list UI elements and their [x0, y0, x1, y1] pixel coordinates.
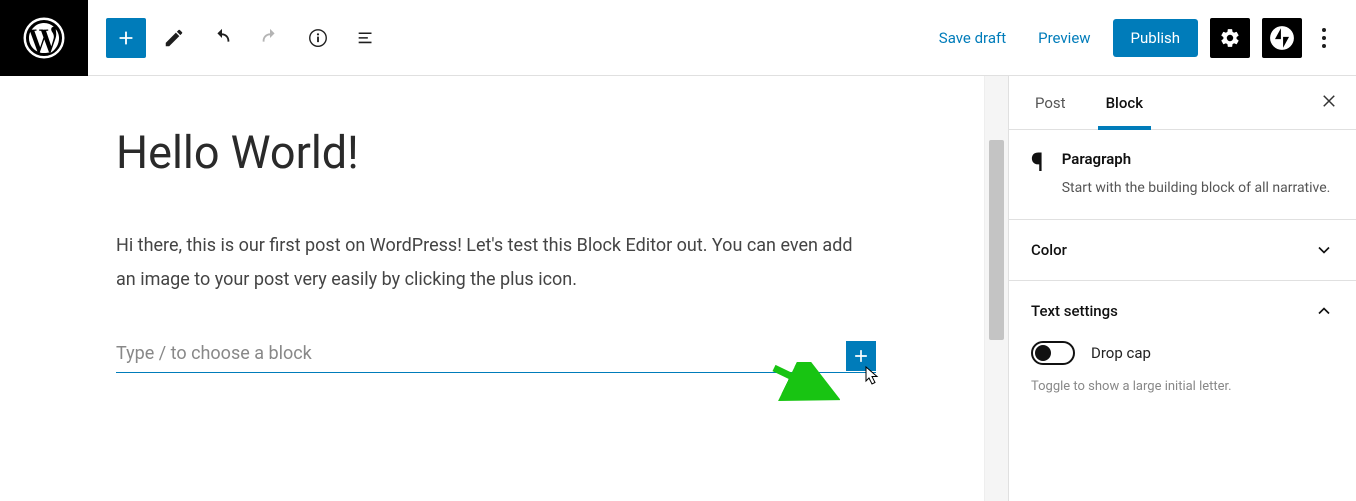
pencil-icon	[163, 27, 185, 49]
cursor-pointer-icon	[864, 365, 882, 391]
tab-post[interactable]: Post	[1027, 76, 1074, 130]
editor-scrollbar[interactable]	[984, 76, 1008, 501]
undo-icon	[211, 27, 233, 49]
block-appender[interactable]: Type / to choose a block	[116, 343, 876, 373]
close-sidebar-button[interactable]	[1320, 92, 1338, 114]
dot-icon	[1322, 44, 1326, 48]
settings-sidebar: Post Block ¶ Paragraph Start with the bu…	[1008, 76, 1356, 501]
wordpress-icon	[23, 17, 65, 59]
plus-icon	[115, 27, 137, 49]
toolbar-left	[106, 18, 386, 58]
color-panel-title: Color	[1031, 241, 1067, 259]
redo-button[interactable]	[250, 18, 290, 58]
drop-cap-hint: Toggle to show a large initial letter.	[1031, 379, 1334, 394]
text-settings-title: Text settings	[1031, 302, 1118, 320]
block-type-name: Paragraph	[1062, 150, 1331, 168]
editor-main: Hello World! Hi there, this is our first…	[0, 76, 1356, 501]
list-icon	[355, 27, 377, 49]
text-settings-panel: Text settings Drop cap Toggle to show a …	[1009, 281, 1356, 414]
block-type-panel: ¶ Paragraph Start with the building bloc…	[1009, 130, 1356, 220]
post-title[interactable]: Hello World!	[116, 126, 876, 179]
gear-icon	[1219, 27, 1241, 49]
editor-canvas[interactable]: Hello World! Hi there, this is our first…	[0, 76, 984, 501]
chevron-up-icon	[1314, 301, 1334, 321]
paragraph-block[interactable]: Hi there, this is our first post on Word…	[116, 229, 876, 297]
drop-cap-label: Drop cap	[1091, 344, 1151, 362]
color-panel[interactable]: Color	[1009, 220, 1356, 281]
publish-button[interactable]: Publish	[1113, 19, 1198, 57]
block-placeholder-text: Type / to choose a block	[116, 343, 876, 364]
preview-button[interactable]: Preview	[1028, 21, 1100, 55]
editor-topbar: Save draft Preview Publish	[0, 0, 1356, 76]
outline-button[interactable]	[346, 18, 386, 58]
wordpress-logo[interactable]	[0, 0, 88, 76]
plugin-button[interactable]	[1262, 18, 1302, 58]
redo-icon	[259, 27, 281, 49]
save-draft-button[interactable]: Save draft	[929, 21, 1016, 55]
toggle-block-inserter-button[interactable]	[106, 18, 146, 58]
close-icon	[1320, 92, 1338, 110]
info-icon	[307, 27, 329, 49]
text-settings-header[interactable]: Text settings	[1031, 301, 1334, 321]
plugin-icon	[1269, 25, 1295, 51]
block-type-description: Start with the building block of all nar…	[1062, 178, 1331, 199]
sidebar-tabs: Post Block	[1009, 76, 1356, 130]
details-button[interactable]	[298, 18, 338, 58]
more-options-button[interactable]	[1314, 20, 1334, 56]
paragraph-block-icon: ¶	[1031, 150, 1044, 199]
chevron-down-icon	[1314, 240, 1334, 260]
scrollbar-thumb[interactable]	[989, 140, 1004, 340]
plus-icon	[851, 346, 871, 366]
toggle-knob	[1035, 345, 1051, 361]
dot-icon	[1322, 36, 1326, 40]
tab-block[interactable]: Block	[1098, 76, 1151, 130]
toolbar-right: Save draft Preview Publish	[929, 18, 1356, 58]
edit-tools-button[interactable]	[154, 18, 194, 58]
drop-cap-toggle[interactable]	[1031, 341, 1075, 365]
undo-button[interactable]	[202, 18, 242, 58]
settings-button[interactable]	[1210, 18, 1250, 58]
dot-icon	[1322, 28, 1326, 32]
annotation-arrow-addblock	[770, 362, 840, 402]
